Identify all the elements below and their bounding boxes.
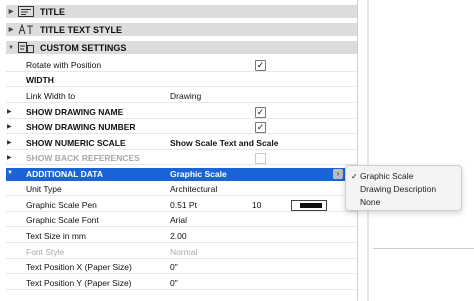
dropdown-arrow-icon[interactable]: › [333,169,343,179]
unit-type-label: Unit Type [26,184,62,194]
group-title-label: TITLE [40,6,65,17]
rotate-with-position-checkbox[interactable]: ✓ [255,60,266,71]
expand-triangle-icon[interactable]: ▶ [6,26,16,33]
additional-data-dropdown-menu: ✓ Graphic Scale Drawing Description None [345,165,462,211]
show-numeric-scale-label: SHOW NUMERIC SCALE [26,138,126,148]
row-show-drawing-number[interactable]: ▶ SHOW DRAWING NUMBER ✓ [6,121,357,134]
graphic-scale-font-label: Graphic Scale Font [26,215,99,225]
unit-type-value[interactable]: Architectural [170,184,217,194]
show-numeric-scale-value[interactable]: Show Scale Text and Scale [170,138,279,148]
row-graphic-scale-font[interactable]: Graphic Scale Font Arial [6,214,357,227]
width-label: WIDTH [26,75,54,85]
row-width: WIDTH [6,74,357,87]
expand-triangle-icon[interactable]: ▶ [6,8,16,15]
row-additional-data[interactable]: ▼ ADDITIONAL DATA Graphic Scale › [6,168,357,181]
row-font-style: Font Style Normal [6,246,357,259]
show-drawing-number-label: SHOW DRAWING NUMBER [26,122,136,132]
row-show-numeric-scale[interactable]: ▶ SHOW NUMERIC SCALE Show Scale Text and… [6,137,357,150]
text-position-x-label: Text Position X (Paper Size) [26,262,132,272]
show-back-references-label: SHOW BACK REFERENCES [26,153,140,163]
custom-settings-icon [18,42,34,53]
show-back-references-checkbox [255,153,266,164]
rotate-with-position-label: Rotate with Position [26,60,102,70]
expand-triangle-icon[interactable]: ▶ [7,108,12,115]
row-show-drawing-name[interactable]: ▶ SHOW DRAWING NAME ✓ [6,106,357,119]
row-text-position-x[interactable]: Text Position X (Paper Size) 0" [6,261,357,274]
settings-panel: ▶ TITLE ▶ TITLE TEXT STYLE ▼ CUSTOM SETT… [0,0,358,301]
title-icon [18,6,34,17]
expand-triangle-icon: ▶ [7,155,12,161]
group-title-text-style-label: TITLE TEXT STYLE [40,24,123,35]
menu-item-graphic-scale[interactable]: Graphic Scale [360,171,413,181]
additional-data-value[interactable]: Graphic Scale [170,169,227,179]
graphic-scale-font-value[interactable]: Arial [170,215,187,225]
divider [373,248,474,249]
expand-triangle-icon[interactable]: ▶ [7,139,12,146]
text-position-y-value[interactable]: 0" [170,278,178,288]
font-style-value: Normal [170,247,198,257]
font-style-label: Font Style [26,247,65,257]
link-width-to-label: Link Width to [26,91,76,101]
graphic-scale-pen-label: Graphic Scale Pen [26,200,97,210]
text-size-value[interactable]: 2.00 [170,231,187,241]
checkmark-icon: ✓ [351,172,358,181]
text-position-y-label: Text Position Y (Paper Size) [26,278,132,288]
text-position-x-value[interactable]: 0" [170,262,178,272]
show-drawing-name-label: SHOW DRAWING NAME [26,107,124,117]
scrollbar[interactable] [367,0,369,301]
row-link-width-to[interactable]: Link Width to Drawing [6,90,357,103]
row-graphic-scale-pen[interactable]: Graphic Scale Pen 0.51 Pt 10 [6,199,357,212]
menu-item-drawing-description[interactable]: Drawing Description [360,184,436,194]
group-title-text-style[interactable]: ▶ TITLE TEXT STYLE [6,23,357,36]
group-title[interactable]: ▶ TITLE [6,5,357,18]
row-show-back-references: ▶ SHOW BACK REFERENCES [6,152,357,165]
row-rotate-with-position[interactable]: Rotate with Position ✓ [6,59,357,72]
menu-item-none[interactable]: None [360,197,380,207]
pen-swatch-fill [300,203,322,208]
collapse-triangle-icon[interactable]: ▼ [7,170,13,176]
row-unit-type[interactable]: Unit Type Architectural [6,183,357,196]
row-text-position-y[interactable]: Text Position Y (Paper Size) 0" [6,277,357,290]
graphic-scale-pen-value[interactable]: 0.51 Pt [170,200,197,210]
group-custom-settings[interactable]: ▼ CUSTOM SETTINGS [6,41,357,54]
row-text-size[interactable]: Text Size in mm 2.00 [6,230,357,243]
text-style-icon [18,24,34,35]
text-size-label: Text Size in mm [26,231,86,241]
show-drawing-name-checkbox[interactable]: ✓ [255,107,266,118]
pen-swatch[interactable] [291,200,327,211]
expand-triangle-icon[interactable]: ▶ [7,123,12,130]
show-drawing-number-checkbox[interactable]: ✓ [255,122,266,133]
pen-number[interactable]: 10 [252,200,261,210]
group-custom-settings-label: CUSTOM SETTINGS [40,42,127,53]
additional-data-label: ADDITIONAL DATA [26,169,103,179]
collapse-triangle-icon[interactable]: ▼ [6,45,16,51]
link-width-to-value[interactable]: Drawing [170,91,201,101]
